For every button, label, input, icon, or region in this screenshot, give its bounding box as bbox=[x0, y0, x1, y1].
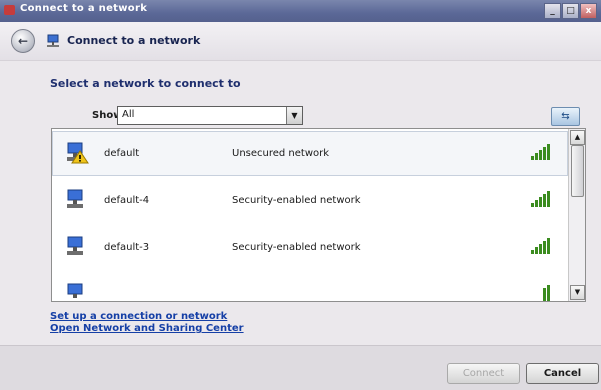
connect-button[interactable]: Connect bbox=[447, 363, 520, 384]
app-icon bbox=[4, 5, 15, 15]
page-title: Connect to a network bbox=[67, 34, 201, 47]
refresh-icon: ⇆ bbox=[561, 111, 570, 122]
navigation-bar: ← Connect to a network bbox=[0, 22, 601, 61]
window-controls: _ □ x bbox=[544, 3, 597, 19]
close-button[interactable]: x bbox=[580, 3, 597, 19]
back-button[interactable]: ← bbox=[11, 29, 35, 53]
section-heading: Select a network to connect to bbox=[50, 77, 241, 90]
network-list-item[interactable]: default-3 Security-enabled network bbox=[52, 225, 568, 270]
network-security: Unsecured network bbox=[232, 148, 330, 159]
network-secure-icon bbox=[67, 189, 83, 208]
setup-connection-link[interactable]: Set up a connection or network bbox=[50, 311, 227, 322]
minimize-button[interactable]: _ bbox=[544, 3, 561, 19]
show-filter-value: All bbox=[122, 109, 135, 120]
signal-strength-icon bbox=[531, 144, 550, 160]
maximize-button[interactable]: □ bbox=[562, 3, 579, 19]
scroll-down-icon[interactable]: ▼ bbox=[570, 285, 585, 300]
scrollbar-thumb[interactable] bbox=[571, 145, 584, 197]
network-list-item[interactable]: default Unsecured network bbox=[52, 131, 568, 176]
signal-strength-icon bbox=[543, 285, 550, 301]
network-security: Security-enabled network bbox=[232, 195, 361, 206]
network-name: default bbox=[104, 148, 140, 159]
scroll-up-icon[interactable]: ▲ bbox=[570, 130, 585, 145]
network-name: default-3 bbox=[104, 242, 150, 253]
dialog-footer: Connect Cancel bbox=[0, 345, 601, 390]
window-title: Connect to a network bbox=[20, 3, 148, 14]
network-icon bbox=[47, 34, 59, 47]
network-icon bbox=[67, 283, 83, 298]
window-titlebar: Connect to a network _ □ x bbox=[0, 0, 601, 22]
dropdown-arrow-icon[interactable]: ▼ bbox=[286, 107, 302, 124]
network-name: default-4 bbox=[104, 195, 150, 206]
network-secure-icon bbox=[67, 236, 83, 255]
cancel-button[interactable]: Cancel bbox=[526, 363, 599, 384]
refresh-button[interactable]: ⇆ bbox=[551, 107, 580, 126]
network-list-item[interactable] bbox=[52, 272, 568, 301]
signal-strength-icon bbox=[531, 238, 550, 254]
network-sharing-center-link[interactable]: Open Network and Sharing Center bbox=[50, 323, 244, 334]
network-list-item[interactable]: default-4 Security-enabled network bbox=[52, 178, 568, 223]
network-list-scrollbar[interactable]: ▲ ▼ bbox=[568, 129, 585, 301]
show-filter-select[interactable]: All ▼ bbox=[117, 106, 303, 125]
content-area: Select a network to connect to Show All … bbox=[0, 61, 601, 345]
network-security: Security-enabled network bbox=[232, 242, 361, 253]
network-list: default Unsecured network default-4 Secu… bbox=[51, 128, 586, 302]
signal-strength-icon bbox=[531, 191, 550, 207]
network-warning-icon bbox=[67, 142, 89, 164]
